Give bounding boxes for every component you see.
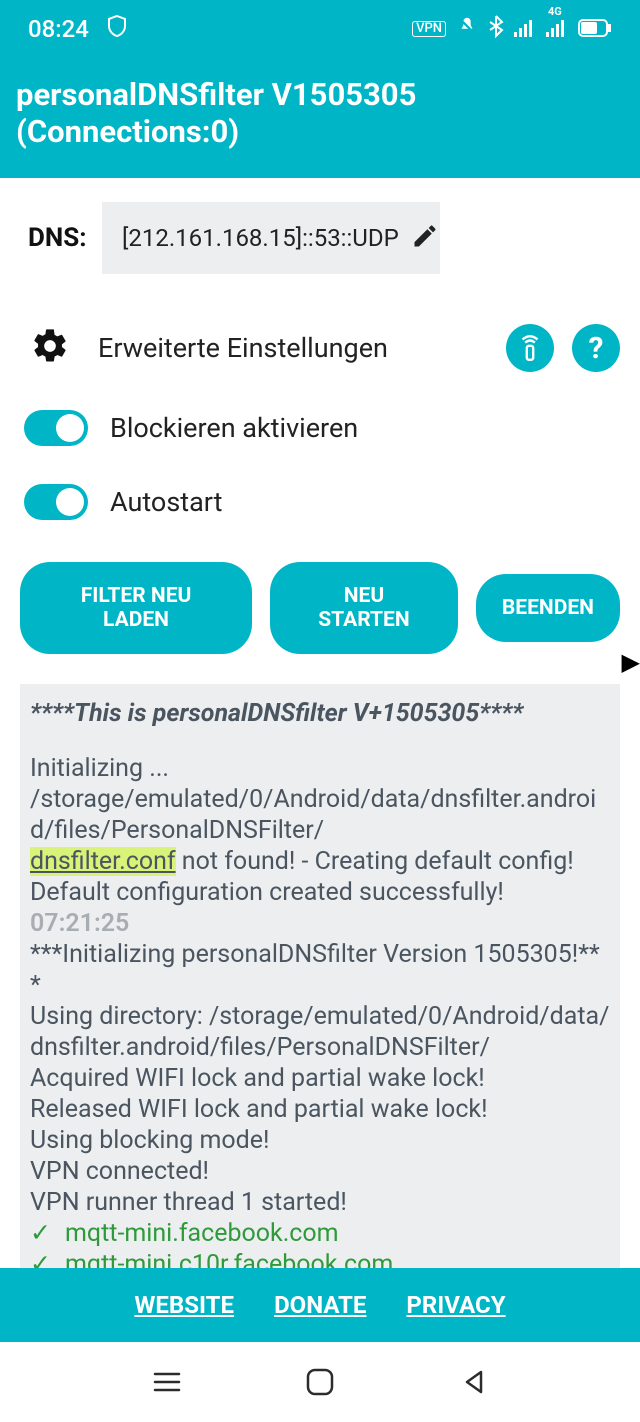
log-line: VPN connected! — [30, 1156, 610, 1187]
signal-icon-1 — [514, 15, 536, 43]
log-panel[interactable]: ****This is personalDNSfilter V+1505305*… — [20, 684, 620, 1304]
log-line: Initializing ... — [30, 753, 610, 784]
blocking-toggle[interactable] — [24, 410, 88, 446]
blocking-label: Blockieren aktivieren — [110, 412, 358, 444]
status-time: 08:24 — [28, 15, 89, 43]
status-bar: 08:24 VPN 4G — [0, 0, 640, 58]
app-title-bar: personalDNSfilter V1505305 (Connections:… — [0, 58, 640, 178]
advanced-settings-label: Erweiterte Einstellungen — [98, 332, 388, 364]
autostart-label: Autostart — [110, 486, 222, 518]
expand-arrow-icon[interactable]: ▶ — [622, 648, 640, 676]
footer-bar: WEBSITE DONATE PRIVACY — [0, 1268, 640, 1342]
advanced-settings-row[interactable]: Erweiterte Einstellungen ? — [20, 324, 620, 372]
restart-button[interactable]: NEU STARTEN — [270, 562, 458, 654]
log-line-ok: ✓mqtt-mini.facebook.com — [30, 1218, 610, 1249]
help-button[interactable]: ? — [572, 324, 620, 372]
check-icon: ✓ — [30, 1219, 51, 1248]
shield-icon — [107, 14, 127, 44]
log-timestamp: 07:21:25 — [30, 908, 610, 939]
gear-icon — [30, 326, 70, 370]
stop-button[interactable]: BEENDEN — [476, 574, 620, 642]
dns-label: DNS: — [28, 223, 90, 253]
help-icon: ? — [589, 331, 604, 366]
log-line: ***Initializing personalDNSfilter Versio… — [30, 939, 610, 1001]
log-line: Default configuration created successful… — [30, 877, 610, 908]
log-title: ****This is personalDNSfilter V+1505305*… — [30, 698, 610, 729]
back-button[interactable] — [455, 1364, 491, 1400]
donate-link[interactable]: DONATE — [274, 1291, 366, 1319]
home-button[interactable] — [302, 1364, 338, 1400]
dns-value-box[interactable]: [212.161.168.15]::53::UDP — [102, 202, 440, 274]
mute-icon — [456, 15, 478, 43]
log-line: Using directory: /storage/emulated/0/And… — [30, 1001, 610, 1063]
blocking-toggle-row: Blockieren aktivieren — [20, 410, 620, 446]
vpn-icon: VPN — [412, 21, 446, 37]
remote-icon-button[interactable] — [506, 324, 554, 372]
battery-icon — [578, 15, 612, 43]
log-line: VPN runner thread 1 started! — [30, 1187, 610, 1218]
dns-row: DNS: [212.161.168.15]::53::UDP — [20, 202, 620, 286]
log-line: dnsfilter.conf not found! - Creating def… — [30, 846, 610, 877]
log-line: Released WIFI lock and partial wake lock… — [30, 1094, 610, 1125]
app-title: personalDNSfilter V1505305 (Connections:… — [16, 76, 416, 150]
log-line: Acquired WIFI lock and partial wake lock… — [30, 1063, 610, 1094]
system-nav-bar — [0, 1342, 640, 1422]
action-button-row: FILTER NEU LADEN NEU STARTEN BEENDEN ▶ — [20, 562, 620, 654]
website-link[interactable]: WEBSITE — [134, 1291, 234, 1319]
reload-filter-button[interactable]: FILTER NEU LADEN — [20, 562, 252, 654]
log-highlight: dnsfilter.conf — [30, 847, 176, 876]
autostart-toggle[interactable] — [24, 484, 88, 520]
log-line: Using blocking mode! — [30, 1125, 610, 1156]
edit-icon[interactable] — [411, 222, 439, 254]
dns-value: [212.161.168.15]::53::UDP — [122, 224, 399, 252]
signal-icon-2: 4G — [546, 15, 568, 43]
log-line: /storage/emulated/0/Android/data/dnsfilt… — [30, 784, 610, 846]
recents-button[interactable] — [149, 1364, 185, 1400]
privacy-link[interactable]: PRIVACY — [406, 1291, 505, 1319]
autostart-toggle-row: Autostart — [20, 484, 620, 520]
bluetooth-icon — [488, 14, 504, 44]
